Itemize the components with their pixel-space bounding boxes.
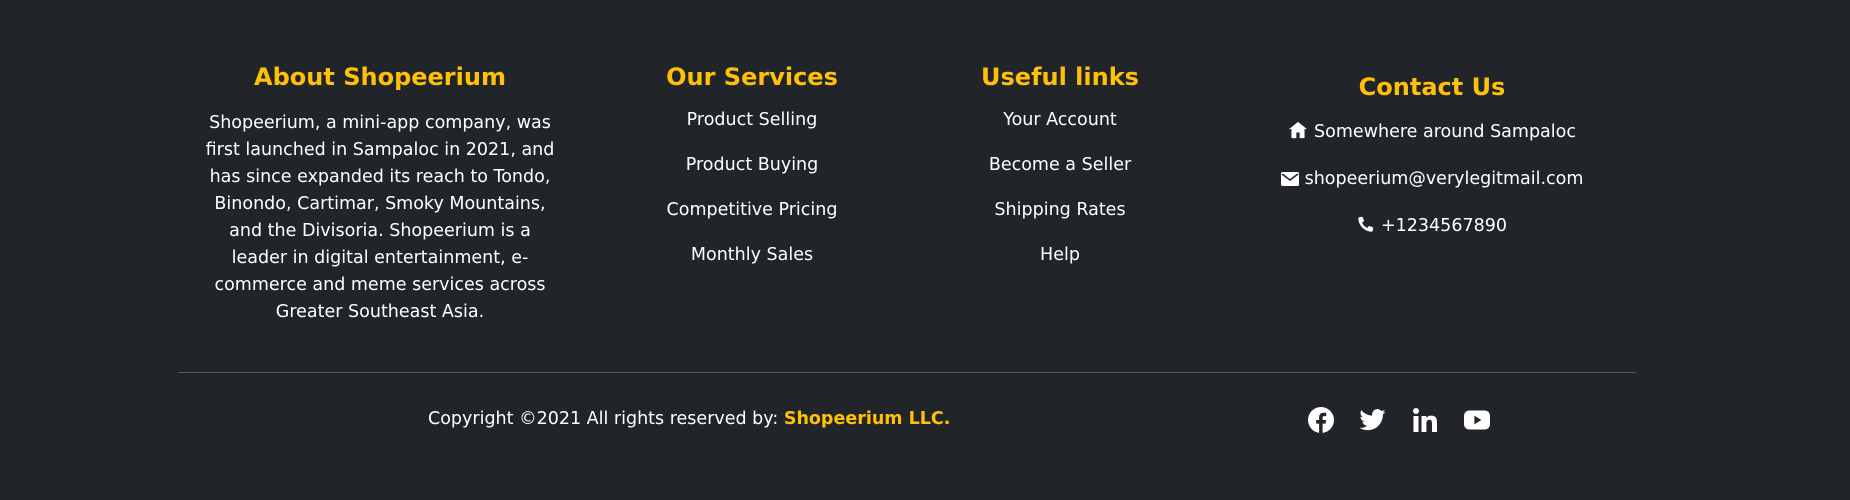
twitter-icon[interactable] [1360, 407, 1386, 433]
contact-email[interactable]: shopeerium@verylegitmail.com [1232, 167, 1632, 194]
linkedin-icon[interactable] [1412, 407, 1438, 433]
copyright-notice: Copyright ©2021 All rights reserved by: … [428, 407, 950, 431]
facebook-icon[interactable] [1308, 407, 1334, 433]
brand-link[interactable]: Shopeerium LLC. [784, 409, 951, 429]
useful-links-list: Your Account Become a Seller Shipping Ra… [920, 108, 1200, 268]
services-link-monthly-sales[interactable]: Monthly Sales [612, 243, 892, 268]
contact-section: Contact Us Somewhere around Sampaloc sho… [1232, 72, 1632, 261]
site-footer: About Shopeerium Shopeerium, a mini-app … [0, 0, 1850, 500]
contact-address: Somewhere around Sampaloc [1232, 120, 1632, 147]
services-link-product-buying[interactable]: Product Buying [612, 153, 892, 178]
useful-links-section: Useful links Your Account Become a Selle… [920, 62, 1200, 288]
useful-link-help[interactable]: Help [920, 243, 1200, 268]
contact-email-text: shopeerium@verylegitmail.com [1304, 169, 1584, 189]
about-title: About Shopeerium [254, 63, 506, 91]
copyright-text: Copyright ©2021 All rights reserved by: [428, 409, 779, 429]
services-link-competitive-pricing[interactable]: Competitive Pricing [612, 198, 892, 223]
services-section: Our Services Product Selling Product Buy… [612, 62, 892, 288]
useful-links-title: Useful links [981, 63, 1139, 91]
social-links [1308, 407, 1490, 433]
services-link-product-selling[interactable]: Product Selling [612, 108, 892, 133]
youtube-icon[interactable] [1464, 407, 1490, 433]
useful-link-shipping-rates[interactable]: Shipping Rates [920, 198, 1200, 223]
useful-link-become-seller[interactable]: Become a Seller [920, 153, 1200, 178]
phone-icon [1357, 215, 1375, 241]
services-title: Our Services [666, 63, 838, 91]
contact-list: Somewhere around Sampaloc shopeerium@ver… [1232, 120, 1632, 241]
contact-address-text: Somewhere around Sampaloc [1314, 122, 1576, 142]
footer-divider [178, 372, 1636, 373]
about-text: Shopeerium, a mini-app company, was firs… [205, 113, 555, 322]
useful-link-your-account[interactable]: Your Account [920, 108, 1200, 133]
contact-phone-text: +1234567890 [1380, 216, 1507, 236]
envelope-icon [1280, 169, 1299, 194]
contact-phone[interactable]: +1234567890 [1232, 214, 1632, 241]
services-list: Product Selling Product Buying Competiti… [612, 108, 892, 268]
about-section: About Shopeerium Shopeerium, a mini-app … [200, 62, 560, 326]
home-icon [1288, 121, 1308, 147]
contact-title: Contact Us [1358, 73, 1506, 101]
